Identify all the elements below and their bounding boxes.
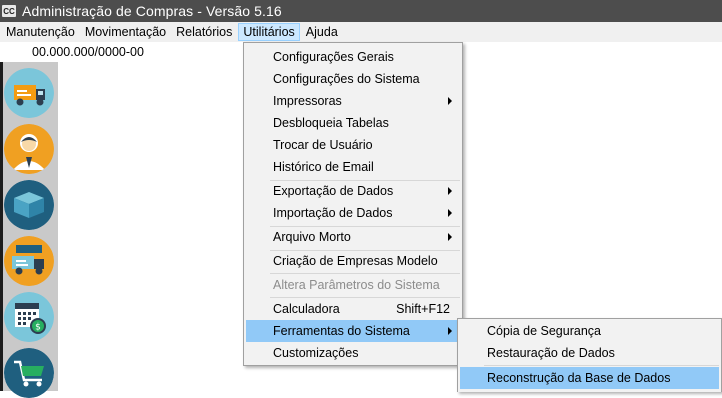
menu-item-label: Exportação de Dados [273, 184, 394, 198]
window-title: Administração de Compras - Versão 5.16 [22, 3, 282, 19]
ferramentas-submenu: Cópia de Segurança Restauração de Dados … [457, 318, 722, 392]
menu-bar: Manutenção Movimentação Relatórios Utili… [0, 22, 722, 42]
menu-item-label: Cópia de Segurança [487, 324, 601, 338]
menu-manutencao[interactable]: Manutenção [2, 23, 79, 41]
menu-item-label: Importação de Dados [273, 206, 393, 220]
menu-item-ferramentas-sistema[interactable]: Ferramentas do Sistema [246, 320, 460, 342]
submenu-arrow-icon [448, 327, 452, 335]
menu-item-label: Desbloqueia Tabelas [273, 116, 389, 130]
calendar-money-icon[interactable]: $ [4, 292, 54, 342]
menu-item-historico-email[interactable]: Histórico de Email [246, 156, 460, 178]
person-icon[interactable] [4, 124, 54, 174]
menu-item-desbloqueia-tabelas[interactable]: Desbloqueia Tabelas [246, 112, 460, 134]
menu-relatorios[interactable]: Relatórios [172, 23, 236, 41]
menu-separator [484, 365, 719, 366]
menu-item-altera-parametros: Altera Parâmetros do Sistema [246, 274, 460, 296]
shortcut-label: Shift+F12 [396, 302, 450, 316]
menu-item-label: Arquivo Morto [273, 230, 351, 244]
menu-item-label: Ferramentas do Sistema [273, 324, 410, 338]
menu-item-label: Configurações Gerais [273, 50, 394, 64]
menu-movimentacao[interactable]: Movimentação [81, 23, 170, 41]
menu-item-label: Customizações [273, 346, 359, 360]
menu-item-label: Criação de Empresas Modelo [273, 254, 438, 268]
menu-item-calculadora[interactable]: Calculadora Shift+F12 [246, 298, 460, 320]
menu-item-label: Configurações do Sistema [273, 72, 420, 86]
menu-item-restauracao-dados[interactable]: Restauração de Dados [460, 342, 719, 364]
submenu-arrow-icon [448, 233, 452, 241]
menu-utilitarios[interactable]: Utilitários [238, 23, 300, 41]
title-bar: CC Administração de Compras - Versão 5.1… [0, 0, 722, 22]
menu-item-arquivo-morto[interactable]: Arquivo Morto [246, 226, 460, 248]
menu-item-trocar-usuario[interactable]: Trocar de Usuário [246, 134, 460, 156]
submenu-arrow-icon [448, 97, 452, 105]
menu-item-label: Reconstrução da Base de Dados [487, 371, 671, 385]
submenu-arrow-icon [448, 187, 452, 195]
menu-item-label: Impressoras [273, 94, 342, 108]
submenu-arrow-icon [448, 209, 452, 217]
menu-item-label: Calculadora [273, 302, 340, 316]
menu-item-importacao-dados[interactable]: Importação de Dados [246, 202, 460, 224]
menu-ajuda[interactable]: Ajuda [302, 23, 342, 41]
company-cnpj: 00.000.000/0000-00 [32, 45, 144, 59]
menu-item-copia-seguranca[interactable]: Cópia de Segurança [460, 320, 719, 342]
menu-item-reconstrucao-base[interactable]: Reconstrução da Base de Dados [460, 367, 719, 389]
menu-item-label: Trocar de Usuário [273, 138, 373, 152]
menu-item-exportacao-dados[interactable]: Exportação de Dados [246, 180, 460, 202]
menu-item-impressoras[interactable]: Impressoras [246, 90, 460, 112]
menu-item-label: Histórico de Email [273, 160, 374, 174]
delivery-truck-icon[interactable] [4, 68, 54, 118]
app-icon: CC [2, 5, 16, 17]
menu-item-label: Restauração de Dados [487, 346, 615, 360]
truck-transfer-icon[interactable] [4, 236, 54, 286]
sidebar: $ [0, 62, 58, 398]
menu-item-criacao-empresas-modelo[interactable]: Criação de Empresas Modelo [246, 250, 460, 272]
svg-text:$: $ [35, 323, 41, 333]
utilitarios-menu: Configurações Gerais Configurações do Si… [243, 42, 463, 366]
sidebar-strip [0, 62, 3, 391]
menu-item-label: Altera Parâmetros do Sistema [273, 278, 440, 292]
menu-item-configuracoes-sistema[interactable]: Configurações do Sistema [246, 68, 460, 90]
menu-item-configuracoes-gerais[interactable]: Configurações Gerais [246, 46, 460, 68]
menu-item-customizacoes[interactable]: Customizações [246, 342, 460, 364]
box-icon[interactable] [4, 180, 54, 230]
